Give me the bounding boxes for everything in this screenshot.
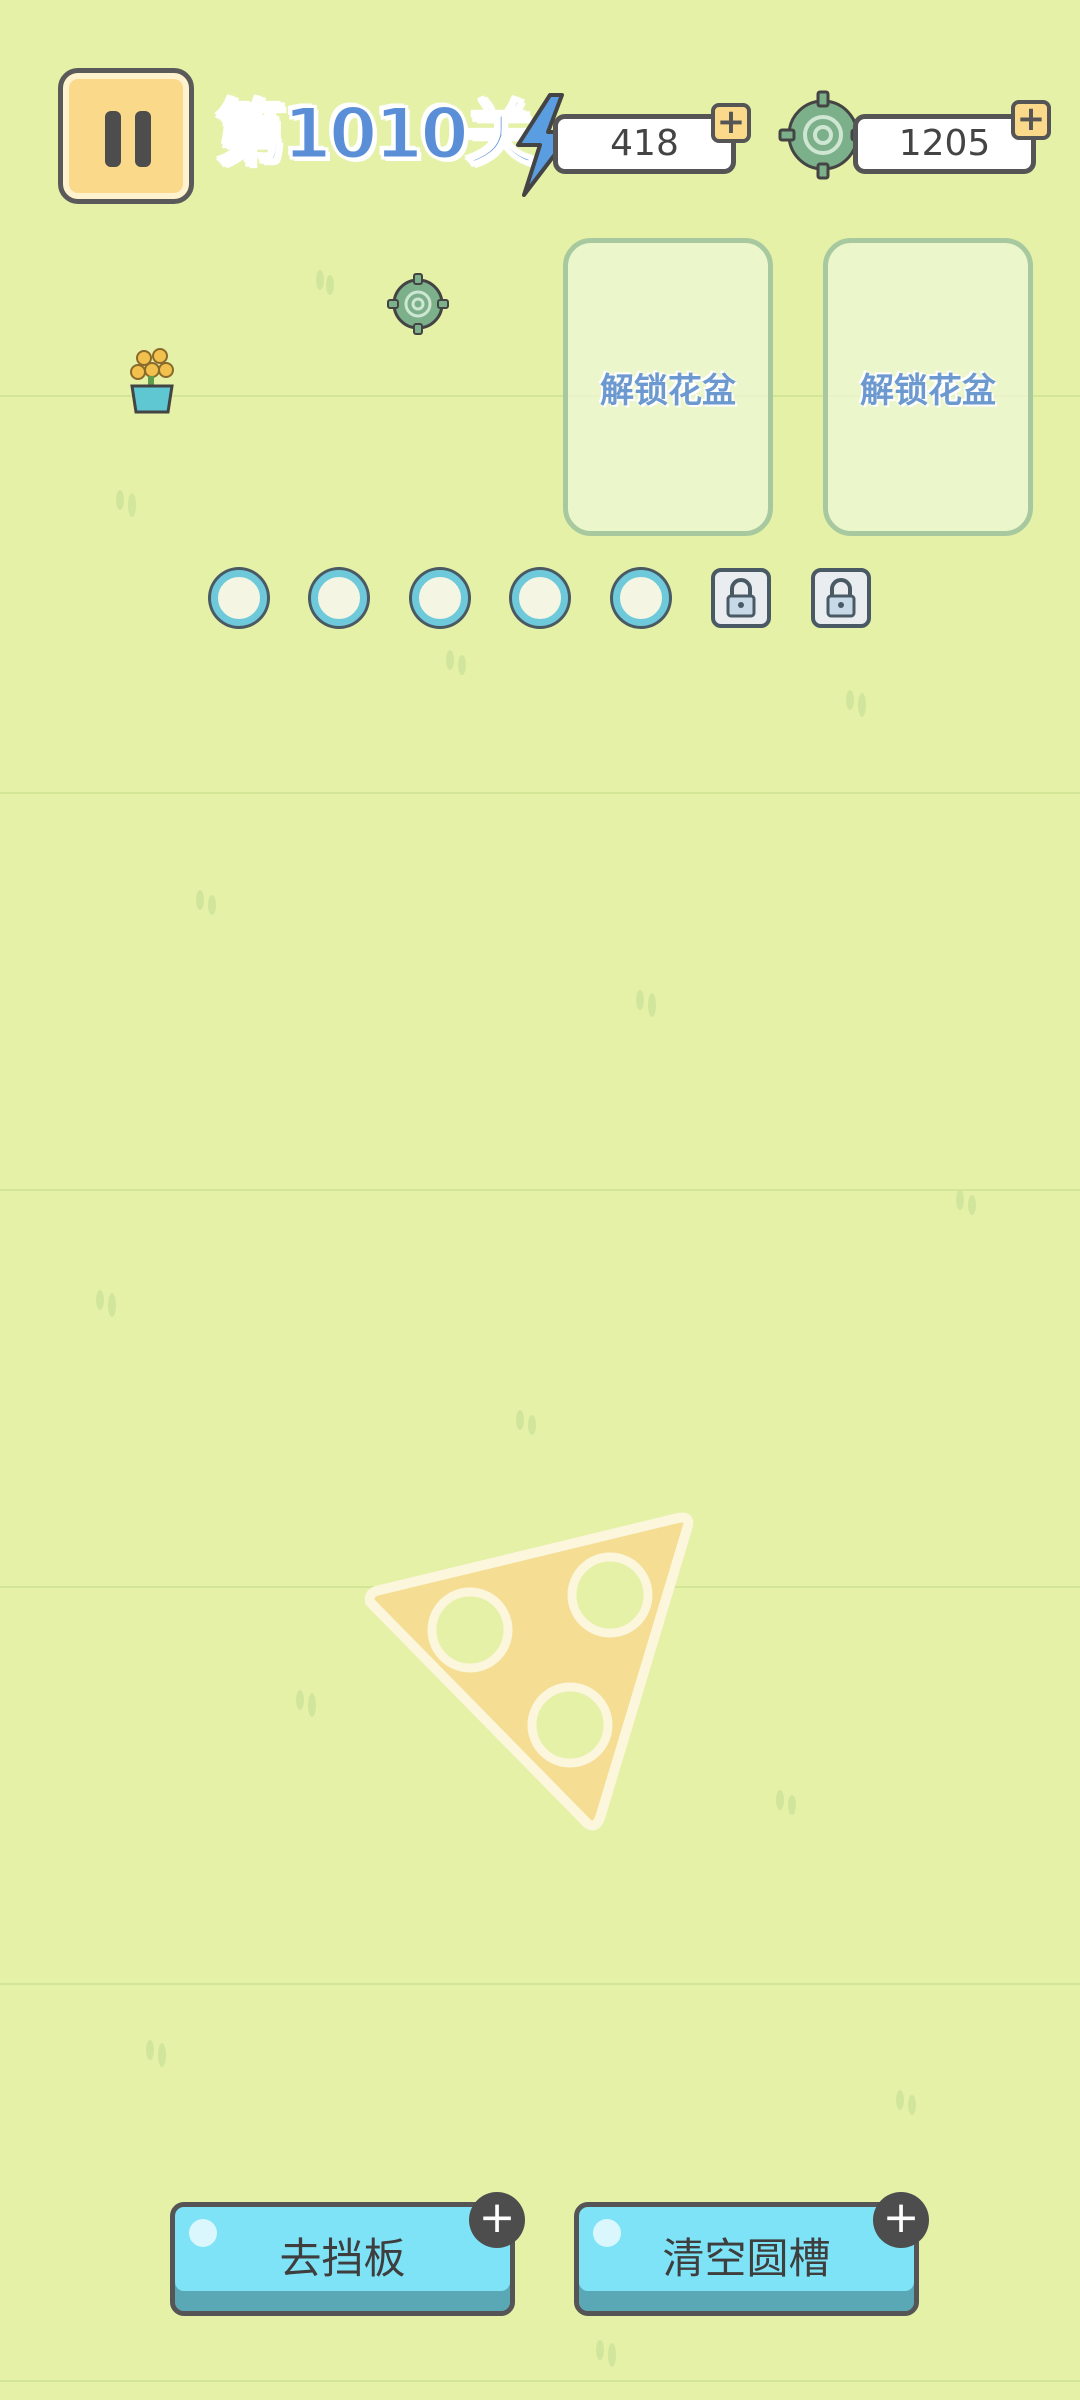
unlock-pot-slot[interactable]: 解锁花盆: [563, 238, 773, 536]
gear-coin-icon: [387, 273, 449, 335]
piece-hole: [427, 1587, 513, 1673]
pause-icon: [105, 111, 121, 167]
plant-pot-icon: [130, 348, 174, 414]
open-slot[interactable]: [412, 570, 468, 626]
open-slot[interactable]: [613, 570, 669, 626]
plus-icon[interactable]: +: [469, 2192, 525, 2248]
lock-icon: [826, 578, 856, 618]
piece-hole: [527, 1682, 613, 1768]
locked-slot[interactable]: [811, 568, 871, 628]
open-slot[interactable]: [512, 570, 568, 626]
clear-slots-label: 清空圆槽: [662, 2234, 831, 2283]
plus-icon[interactable]: +: [873, 2192, 929, 2248]
unlock-pot-slot[interactable]: 解锁花盆: [823, 238, 1033, 536]
triangle-puzzle-piece[interactable]: [360, 1500, 700, 1840]
coins-counter: 1205: [853, 114, 1036, 174]
remove-baffle-button[interactable]: 去挡板: [170, 2202, 515, 2316]
unlock-pot-label: 解锁花盆: [860, 370, 996, 411]
remove-baffle-label: 去挡板: [279, 2234, 406, 2283]
open-slot[interactable]: [311, 570, 367, 626]
level-title: 第1010关: [215, 92, 538, 177]
add-coins-button[interactable]: +: [1011, 100, 1051, 140]
locked-slot[interactable]: [711, 568, 771, 628]
add-energy-button[interactable]: +: [711, 103, 751, 143]
pause-button[interactable]: [58, 68, 194, 204]
piece-hole: [567, 1552, 653, 1638]
clear-slots-button[interactable]: 清空圆槽: [574, 2202, 919, 2316]
unlock-pot-label: 解锁花盆: [600, 370, 736, 411]
open-slot[interactable]: [211, 570, 267, 626]
energy-counter: 418: [553, 114, 736, 174]
lock-icon: [726, 578, 756, 618]
